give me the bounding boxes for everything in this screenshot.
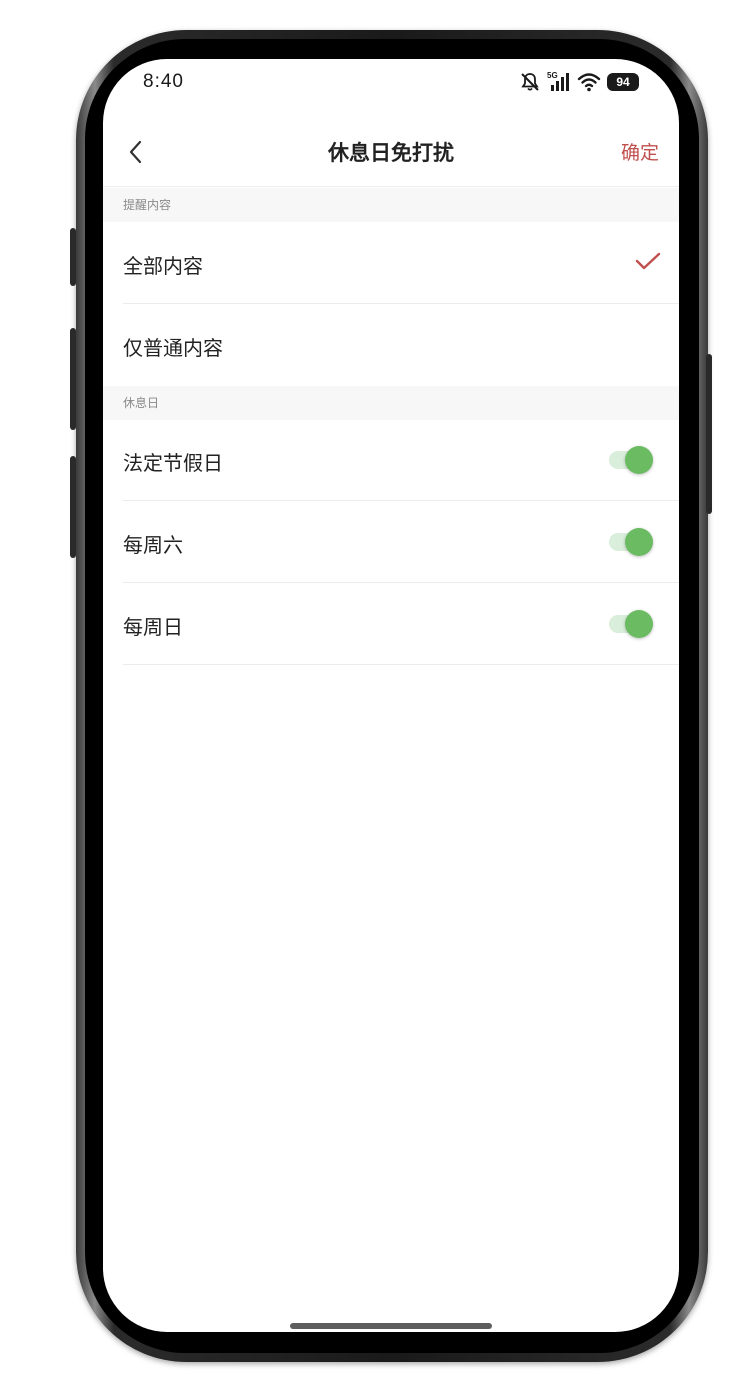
public-holidays-toggle[interactable] (609, 446, 655, 474)
option-normal-content-only[interactable]: 仅普通内容 (103, 304, 679, 386)
toggle-thumb (625, 528, 653, 556)
checkmark-icon (635, 252, 661, 270)
cellular-signal: 5G (547, 71, 571, 93)
power-button (706, 354, 712, 514)
section-header-rest-days: 休息日 (103, 386, 679, 420)
status-icons: 5G 94 (519, 71, 639, 93)
status-bar: 8:40 5G 94 (103, 59, 679, 107)
back-button[interactable] (119, 135, 153, 169)
section-header-reminder-content: 提醒内容 (103, 188, 679, 222)
status-time: 8:40 (143, 71, 184, 92)
row-saturday: 每周六 (103, 501, 679, 583)
row-sunday: 每周日 (103, 583, 679, 665)
action-button (70, 228, 76, 286)
row-label: 法定节假日 (123, 451, 223, 475)
page-title: 休息日免打扰 (328, 141, 454, 165)
home-indicator[interactable] (290, 1323, 492, 1329)
confirm-button[interactable]: 确定 (621, 138, 659, 165)
option-label: 全部内容 (123, 254, 203, 278)
row-label: 每周六 (123, 533, 183, 557)
volume-up-button (70, 328, 76, 430)
chevron-left-icon (129, 140, 142, 164)
option-all-content[interactable]: 全部内容 (103, 222, 679, 304)
signal-bars-icon (551, 73, 569, 91)
sunday-toggle[interactable] (609, 610, 655, 638)
nav-bar: 休息日免打扰 确定 (103, 117, 679, 187)
volume-down-button (70, 456, 76, 558)
saturday-toggle[interactable] (609, 528, 655, 556)
option-label: 仅普通内容 (123, 336, 223, 360)
screen: 8:40 5G 94 休息日免打扰 确定 提醒内容 全部内容 仅普通内容 休息日… (103, 59, 679, 1332)
row-divider (123, 664, 679, 665)
row-label: 每周日 (123, 615, 183, 639)
battery-level: 94 (607, 73, 639, 91)
toggle-thumb (625, 446, 653, 474)
toggle-thumb (625, 610, 653, 638)
wifi-icon (577, 73, 601, 92)
bell-muted-icon (521, 73, 539, 91)
row-public-holidays: 法定节假日 (103, 419, 679, 501)
